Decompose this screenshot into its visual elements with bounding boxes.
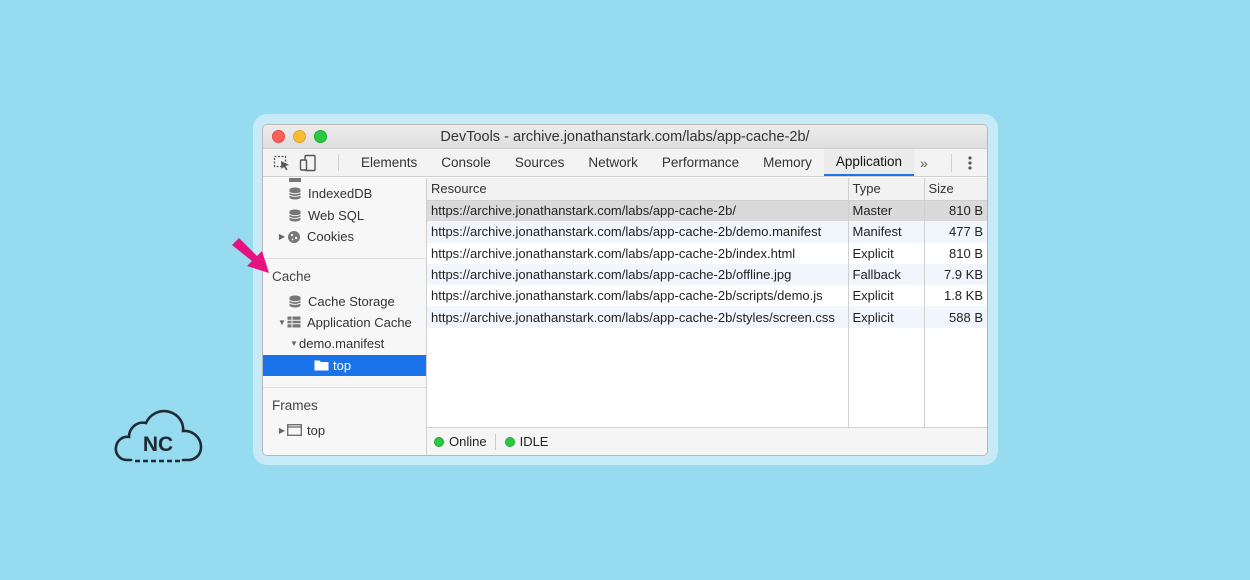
sidebar-item-cookies[interactable]: ▶ Cookies bbox=[263, 226, 426, 247]
database-icon bbox=[288, 209, 302, 222]
type-cell: Fallback bbox=[848, 263, 925, 286]
sidebar-section-frames: Frames bbox=[272, 398, 318, 413]
expand-triangle-icon[interactable]: ▶ bbox=[277, 426, 287, 435]
online-status-label: Online bbox=[449, 434, 487, 449]
sidebar-item-frame-top[interactable]: ▶ top bbox=[263, 420, 426, 441]
title-bar: DevTools - archive.jonathanstark.com/lab… bbox=[263, 125, 987, 149]
tab-elements[interactable]: Elements bbox=[349, 149, 429, 176]
sidebar-item-label: top bbox=[333, 358, 352, 373]
more-tabs-icon[interactable]: » bbox=[914, 149, 934, 176]
nc-cloud-logo: NC bbox=[114, 409, 203, 463]
logo-text: NC bbox=[143, 433, 173, 456]
resource-table: Resource Type Size https://archive.jonat… bbox=[427, 178, 987, 328]
tab-performance[interactable]: Performance bbox=[650, 149, 751, 176]
cookie-icon bbox=[287, 230, 301, 243]
folder-icon bbox=[314, 359, 329, 372]
type-cell: Manifest bbox=[848, 221, 925, 243]
sidebar-item-label: Cache Storage bbox=[308, 294, 395, 309]
minimize-button[interactable] bbox=[293, 130, 306, 143]
expand-triangle-icon[interactable]: ▶ bbox=[277, 232, 287, 241]
resource-cell: https://archive.jonathanstark.com/labs/a… bbox=[427, 200, 849, 222]
table-row[interactable]: https://archive.jonathanstark.com/labs/a… bbox=[427, 306, 987, 328]
online-status: Online bbox=[434, 434, 495, 449]
database-icon bbox=[288, 187, 302, 200]
status-divider bbox=[494, 433, 496, 450]
sidebar-item-indexeddb[interactable]: IndexedDB bbox=[263, 183, 426, 204]
table-row[interactable]: https://archive.jonathanstark.com/labs/a… bbox=[427, 263, 987, 286]
sidebar-item-cache-storage[interactable]: Cache Storage bbox=[263, 291, 426, 312]
table-header-row: Resource Type Size bbox=[427, 178, 987, 201]
size-cell: 810 B bbox=[949, 245, 983, 261]
size-cell: 588 B bbox=[924, 306, 987, 328]
resource-cell: https://archive.jonathanstark.com/labs/a… bbox=[427, 242, 849, 264]
sidebar-item-application-cache[interactable]: ▼ Application Cache bbox=[263, 312, 426, 333]
sidebar-item-label: demo.manifest bbox=[299, 336, 385, 351]
tab-sources[interactable]: Sources bbox=[503, 149, 577, 176]
cache-status-label: IDLE bbox=[519, 434, 549, 449]
sidebar-item-label: Cookies bbox=[307, 229, 354, 244]
frame-icon bbox=[287, 424, 302, 437]
sidebar-item-label: Application Cache bbox=[307, 315, 412, 330]
window-controls bbox=[272, 130, 327, 143]
sidebar-section-cache: Cache bbox=[272, 269, 312, 284]
column-divider[interactable] bbox=[924, 178, 925, 427]
resource-cell: https://archive.jonathanstark.com/labs/a… bbox=[427, 285, 849, 307]
inspect-element-icon[interactable] bbox=[273, 155, 291, 171]
sidebar-item-websql[interactable]: Web SQL bbox=[263, 205, 426, 226]
cache-status: IDLE bbox=[504, 434, 557, 449]
sidebar-item-label: Web SQL bbox=[308, 208, 365, 223]
collapse-triangle-icon[interactable]: ▼ bbox=[289, 339, 299, 348]
tab-memory[interactable]: Memory bbox=[751, 149, 824, 176]
database-icon bbox=[288, 295, 302, 308]
device-toolbar-icon[interactable] bbox=[299, 154, 317, 172]
window-title: DevTools - archive.jonathanstark.com/lab… bbox=[440, 129, 810, 145]
status-bar: Online IDLE bbox=[427, 427, 987, 455]
type-cell: Explicit bbox=[848, 306, 925, 328]
tab-console[interactable]: Console bbox=[429, 149, 503, 176]
application-sidebar: IndexedDB Web SQL ▶ Cookies Cache Cache … bbox=[263, 178, 427, 455]
size-cell: 7.9 KB bbox=[924, 263, 987, 286]
size-cell: 1.8 KB bbox=[943, 288, 983, 304]
grid-table-icon bbox=[287, 316, 301, 329]
table-row[interactable]: https://archive.jonathanstark.com/labs/a… bbox=[427, 285, 987, 307]
pointer-arrow-icon bbox=[232, 238, 269, 273]
table-row[interactable]: https://archive.jonathanstark.com/labs/a… bbox=[427, 221, 987, 243]
devtools-window: DevTools - archive.jonathanstark.com/lab… bbox=[262, 124, 988, 456]
size-cell: 477 B bbox=[924, 221, 987, 243]
sidebar-item-top-cache[interactable]: top bbox=[263, 355, 426, 376]
column-header-resource[interactable]: Resource bbox=[427, 178, 849, 201]
tab-network[interactable]: Network bbox=[576, 149, 650, 176]
panel-tabs: Elements Console Sources Network Perform… bbox=[339, 149, 934, 176]
customize-menu-icon[interactable] bbox=[951, 154, 987, 172]
table-row[interactable]: https://archive.jonathanstark.com/labs/a… bbox=[427, 200, 987, 222]
column-divider[interactable] bbox=[848, 178, 849, 427]
devtools-toolbar: Elements Console Sources Network Perform… bbox=[263, 149, 987, 177]
sidebar-item-label: IndexedDB bbox=[308, 186, 373, 201]
sidebar-item-label: top bbox=[307, 423, 326, 438]
panel-content: IndexedDB Web SQL ▶ Cookies Cache Cache … bbox=[263, 178, 987, 455]
resource-panel: Resource Type Size https://archive.jonat… bbox=[427, 178, 987, 455]
status-dot-icon bbox=[504, 436, 515, 447]
maximize-button[interactable] bbox=[314, 130, 327, 143]
table-row[interactable]: https://archive.jonathanstark.com/labs/a… bbox=[427, 242, 987, 264]
column-header-size[interactable]: Size bbox=[924, 178, 987, 201]
status-dot-icon bbox=[434, 436, 444, 447]
resource-cell: https://archive.jonathanstark.com/labs/a… bbox=[427, 221, 849, 243]
collapse-triangle-icon[interactable]: ▼ bbox=[277, 318, 287, 327]
tab-application[interactable]: Application bbox=[823, 149, 914, 176]
type-cell: Explicit bbox=[848, 242, 925, 264]
sidebar-divider bbox=[263, 258, 426, 259]
size-cell: 810 B bbox=[924, 200, 987, 222]
type-cell: Master bbox=[848, 200, 925, 222]
close-button[interactable] bbox=[272, 130, 285, 143]
resource-cell: https://archive.jonathanstark.com/labs/a… bbox=[427, 306, 849, 328]
column-header-type[interactable]: Type bbox=[848, 178, 925, 201]
sidebar-divider bbox=[263, 387, 426, 388]
resource-cell: https://archive.jonathanstark.com/labs/a… bbox=[427, 263, 849, 286]
type-cell: Explicit bbox=[848, 285, 925, 307]
sidebar-item-demo-manifest[interactable]: ▼ demo.manifest bbox=[263, 333, 426, 354]
tool-icons bbox=[263, 154, 339, 171]
